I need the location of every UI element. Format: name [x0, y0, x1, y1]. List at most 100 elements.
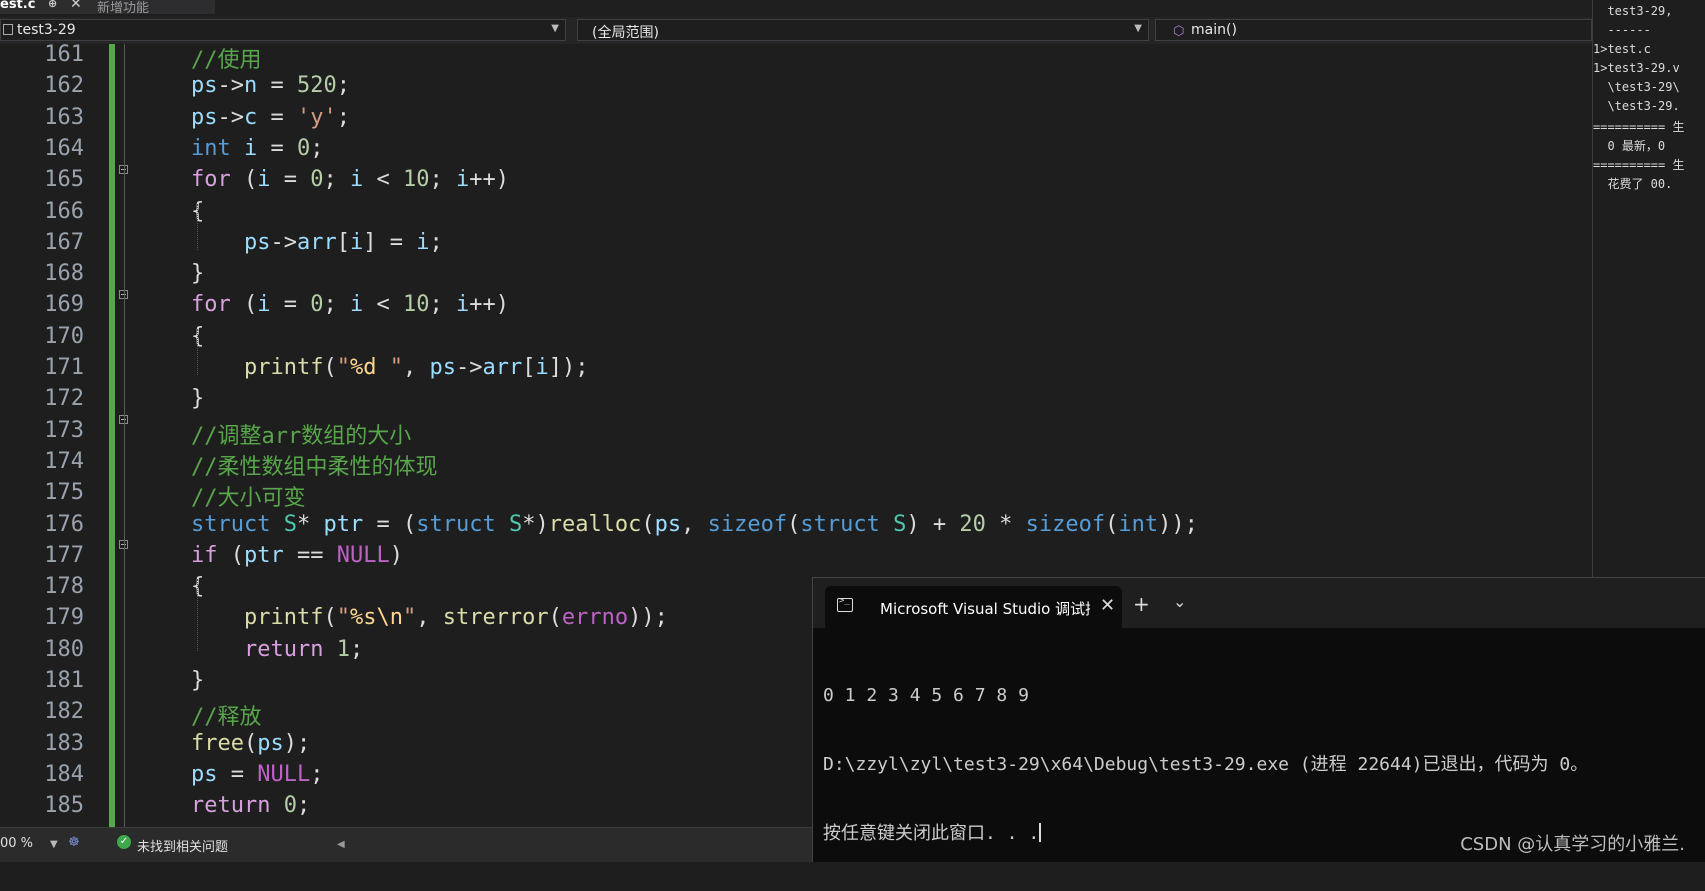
line-number: 165 — [44, 167, 84, 193]
output-line: ------ — [1593, 23, 1651, 37]
code-line[interactable]: printf("%d ", ps->arr[i]); — [191, 355, 588, 380]
issues-status[interactable]: 未找到相关问题 — [137, 836, 228, 855]
line-number: 172 — [44, 386, 84, 412]
document-tab-strip: est.c ⊕ ✕ 新增功能 — [0, 0, 1592, 14]
line-number: 177 — [44, 542, 84, 568]
line-number-gutter: 161 162 163 164 165 166 167 168 169 170 171 172 173 1… — [0, 44, 108, 827]
close-tab-icon[interactable]: ✕ — [70, 0, 82, 12]
line-number: 171 — [44, 355, 84, 380]
chevron-down-icon[interactable]: ▼ — [50, 839, 58, 850]
function-dropdown[interactable]: ⬡ main() — [1155, 19, 1592, 41]
tab-label: est.c — [0, 0, 36, 12]
chevron-down-icon: ▼ — [1134, 23, 1142, 34]
line-number: 184 — [44, 761, 84, 787]
output-line: 1>test3-29.v — [1593, 61, 1680, 75]
fold-guide-line — [124, 44, 125, 827]
code-line[interactable]: free(ps); — [191, 731, 310, 756]
line-number: 166 — [44, 198, 84, 224]
code-line[interactable]: return 1; — [191, 637, 363, 662]
output-line: 花费了 00. — [1593, 177, 1673, 191]
code-line[interactable]: //大小可变 — [191, 480, 306, 512]
code-line[interactable]: if (ptr == NULL) — [191, 543, 403, 568]
output-line: ========== 生 — [1593, 120, 1685, 134]
line-number: 169 — [44, 292, 84, 318]
line-number: 173 — [44, 417, 84, 443]
intellicode-icon[interactable]: ☸ — [68, 835, 80, 850]
code-line[interactable]: struct S* ptr = (struct S*)realloc(ps, s… — [191, 512, 1198, 537]
line-number: 185 — [44, 793, 84, 819]
output-line: 1>test.c — [1593, 42, 1651, 56]
text-cursor — [1039, 823, 1042, 842]
output-line: 0 最新，0 — [1593, 139, 1673, 153]
close-icon[interactable]: ✕ — [1100, 595, 1115, 616]
zoom-level[interactable]: 00 % — [0, 836, 33, 851]
debug-console-window[interactable]: Microsoft Visual Studio 调试控 ✕ + ⌄ 0 1 2 … — [812, 577, 1705, 862]
status-bar: 00 % ▼ ☸ ✓ 未找到相关问题 ◀ — [0, 827, 812, 862]
terminal-prompt-text: 按任意键关闭此窗口. . . — [823, 823, 1040, 844]
watermark: CSDN @认真学习的小雅兰. — [1460, 834, 1685, 855]
code-line[interactable]: for (i = 0; i < 10; i++) — [191, 167, 509, 192]
tab-label: 新增功能 — [97, 1, 150, 14]
output-pane[interactable]: test3-29, ------ 1>test.c 1>test3-29.v \te… — [1592, 0, 1705, 580]
project-name: test3-29 — [17, 22, 76, 38]
code-line[interactable]: ps->arr[i] = i; — [191, 230, 443, 255]
tab-new-features[interactable]: 新增功能 — [97, 0, 215, 14]
code-line[interactable]: //调整arr数组的大小 — [191, 418, 411, 450]
check-circle-icon: ✓ — [117, 835, 131, 849]
line-number: 179 — [44, 605, 84, 631]
code-line[interactable]: } — [191, 386, 204, 411]
terminal-icon — [837, 596, 853, 612]
code-line[interactable]: //使用 — [191, 44, 262, 74]
line-number: 161 — [44, 44, 84, 67]
line-number: 176 — [44, 511, 84, 537]
code-line[interactable]: printf("%s\n", strerror(errno)); — [191, 605, 668, 630]
line-number: 178 — [44, 574, 84, 600]
change-tracking-bar — [109, 44, 115, 827]
line-number: 167 — [44, 229, 84, 255]
scope-dropdown[interactable]: (全局范围) ▼ — [577, 19, 1149, 41]
pin-icon[interactable]: ⊕ — [48, 0, 57, 10]
navigation-bar: test3-29 ▼ (全局范围) ▼ ⬡ main() — [0, 17, 1592, 45]
code-line[interactable]: } — [191, 668, 204, 693]
code-line[interactable]: ps->c = 'y'; — [191, 105, 350, 130]
scope-name: (全局范围) — [592, 25, 659, 41]
line-number: 162 — [44, 73, 84, 99]
tab-test-c[interactable]: est.c ⊕ ✕ — [0, 0, 97, 14]
line-number: 181 — [44, 668, 84, 693]
terminal-tab-bar: Microsoft Visual Studio 调试控 ✕ + ⌄ — [813, 578, 1705, 628]
line-number: 182 — [44, 699, 84, 725]
terminal-line: 0 1 2 3 4 5 6 7 8 9 — [823, 685, 1029, 706]
indent-guide — [197, 329, 198, 375]
line-number: 180 — [44, 636, 84, 662]
project-icon — [3, 24, 13, 35]
output-line: ========== 生 — [1593, 158, 1685, 172]
chevron-down-icon[interactable]: ⌄ — [1173, 592, 1186, 611]
line-number: 183 — [44, 730, 84, 756]
line-number: 170 — [44, 323, 84, 349]
code-line[interactable]: //柔性数组中柔性的体现 — [191, 449, 438, 481]
output-line: \test3-29. — [1593, 99, 1680, 113]
code-line[interactable]: return 0; — [191, 793, 310, 818]
code-line[interactable]: for (i = 0; i < 10; i++) — [191, 292, 509, 317]
line-number: 175 — [44, 480, 84, 506]
indent-guide — [197, 579, 198, 651]
function-cube-icon: ⬡ — [1173, 24, 1185, 39]
scroll-left-icon[interactable]: ◀ — [337, 839, 345, 850]
chevron-down-icon: ▼ — [551, 23, 559, 34]
line-number: 163 — [44, 104, 84, 130]
line-number: 168 — [44, 261, 84, 287]
indent-guide — [197, 204, 198, 250]
project-dropdown[interactable]: test3-29 ▼ — [0, 19, 566, 41]
output-line: \test3-29\ — [1593, 80, 1680, 94]
terminal-tab-title: Microsoft Visual Studio 调试控 — [880, 600, 1090, 618]
new-tab-button[interactable]: + — [1133, 592, 1150, 616]
code-line[interactable]: int i = 0; — [191, 136, 324, 161]
terminal-tab[interactable]: Microsoft Visual Studio 调试控 ✕ — [825, 586, 1122, 628]
code-line[interactable]: ps->n = 520; — [191, 73, 350, 98]
code-line[interactable]: ps = NULL; — [191, 762, 323, 787]
line-number: 164 — [44, 135, 84, 161]
function-name: main() — [1191, 22, 1237, 38]
code-line[interactable]: } — [191, 261, 204, 286]
code-line[interactable]: //释放 — [191, 699, 262, 731]
line-number: 174 — [44, 448, 84, 474]
